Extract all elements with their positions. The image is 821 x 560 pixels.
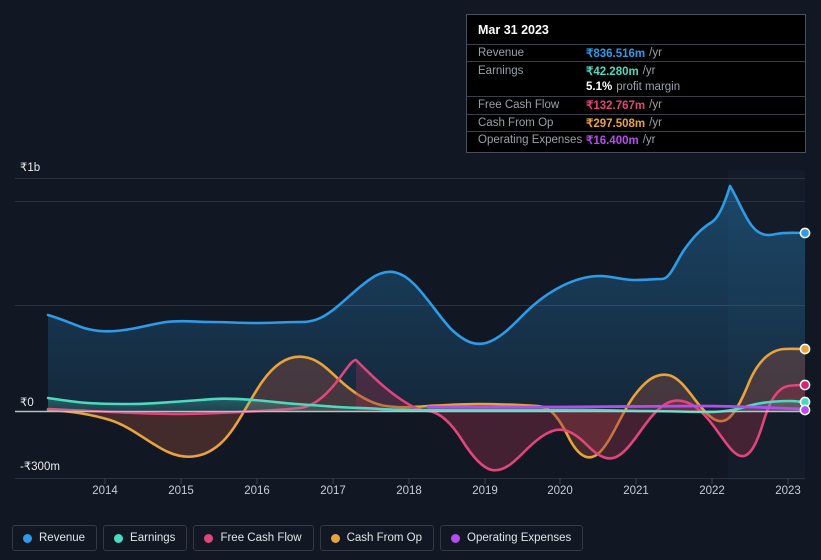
free-cash-flow-color-swatch-icon <box>204 533 214 543</box>
tooltip-row-profit-margin: 5.1% profit margin <box>467 79 805 96</box>
legend-label-earnings: Earnings <box>130 532 176 544</box>
legend-item-earnings[interactable]: Earnings <box>103 525 188 551</box>
tooltip-unit-operating-expenses: /yr <box>642 134 656 147</box>
x-axis-label-2016: 2016 <box>244 485 270 497</box>
legend-item-operating-expenses[interactable]: Operating Expenses <box>440 525 584 551</box>
tooltip-row-earnings: Earnings ₹42.280m /yr <box>467 61 805 78</box>
tooltip-unit-free-cash-flow: /yr <box>649 99 662 112</box>
free-cash-flow-endpoint-marker <box>799 379 811 391</box>
tooltip-key-earnings: Earnings <box>478 64 524 77</box>
datapoint-tooltip: Mar 31 2023 Revenue ₹836.516m /yr Earnin… <box>466 14 806 154</box>
x-axis-label-2021: 2021 <box>623 485 649 497</box>
tooltip-value-profit-margin: 5.1% <box>586 81 613 94</box>
y-axis-label-neg300m: -₹300m <box>20 458 64 474</box>
tooltip-date: Mar 31 2023 <box>478 23 549 37</box>
operating-expenses-endpoint-marker <box>799 404 811 416</box>
tooltip-row-cash-from-op: Cash From Op ₹297.508m /yr <box>467 113 805 131</box>
tooltip-value-earnings: ₹42.280m <box>586 65 639 78</box>
cash-from-op-color-swatch-icon <box>330 533 340 543</box>
tooltip-value-free-cash-flow: ₹132.767m <box>586 100 646 113</box>
x-axis-label-2023: 2023 <box>775 485 801 497</box>
legend-item-revenue[interactable]: Revenue <box>12 525 98 551</box>
x-axis-label-2017: 2017 <box>320 485 346 497</box>
tooltip-value-cash-from-op: ₹297.508m <box>586 117 646 130</box>
legend-item-cash-from-op[interactable]: Cash From Op <box>319 525 435 551</box>
operating-expenses-color-swatch-icon <box>451 533 461 543</box>
tooltip-value-operating-expenses: ₹16.400m <box>586 135 639 148</box>
tooltip-row-revenue: Revenue ₹836.516m /yr <box>467 44 805 61</box>
tooltip-key-operating-expenses: Operating Expenses <box>478 134 583 147</box>
tooltip-key-cash-from-op: Cash From Op <box>478 116 554 129</box>
tooltip-unit-profit-margin: profit margin <box>616 81 681 94</box>
cash-from-op-endpoint-marker <box>799 343 811 355</box>
tooltip-unit-revenue: /yr <box>649 47 662 60</box>
y-axis-label-0: ₹0 <box>20 394 38 410</box>
legend-label-free-cash-flow: Free Cash Flow <box>220 532 302 544</box>
legend-label-operating-expenses: Operating Expenses <box>467 532 572 544</box>
x-axis-label-2020: 2020 <box>547 485 573 497</box>
tooltip-unit-earnings: /yr <box>642 64 656 77</box>
tooltip-row-operating-expenses: Operating Expenses ₹16.400m /yr <box>467 130 805 148</box>
legend-label-revenue: Revenue <box>39 532 86 544</box>
x-axis-label-2022: 2022 <box>699 485 725 497</box>
tooltip-row-free-cash-flow: Free Cash Flow ₹132.767m /yr <box>467 96 805 113</box>
x-axis-label-2019: 2019 <box>472 485 498 497</box>
chart-legend: Revenue Earnings Free Cash Flow Cash Fro… <box>12 525 584 551</box>
revenue-endpoint-marker <box>799 227 811 239</box>
tooltip-key-free-cash-flow: Free Cash Flow <box>478 99 560 112</box>
y-axis-label-1b: ₹1b <box>20 159 45 175</box>
revenue-color-swatch-icon <box>23 533 32 543</box>
tooltip-unit-cash-from-op: /yr <box>649 116 662 129</box>
chart-page: ₹1b ₹0 -₹300m 2014 2015 2016 2017 2018 2… <box>0 0 821 560</box>
x-axis-label-2018: 2018 <box>396 485 422 497</box>
legend-label-cash-from-op: Cash From Op <box>346 532 423 544</box>
legend-item-free-cash-flow[interactable]: Free Cash Flow <box>193 525 314 551</box>
earnings-color-swatch-icon <box>114 533 124 543</box>
x-axis-label-2014: 2014 <box>92 485 118 497</box>
x-axis-label-2015: 2015 <box>168 485 194 497</box>
tooltip-value-revenue: ₹836.516m <box>586 48 646 61</box>
tooltip-key-revenue: Revenue <box>478 47 525 60</box>
